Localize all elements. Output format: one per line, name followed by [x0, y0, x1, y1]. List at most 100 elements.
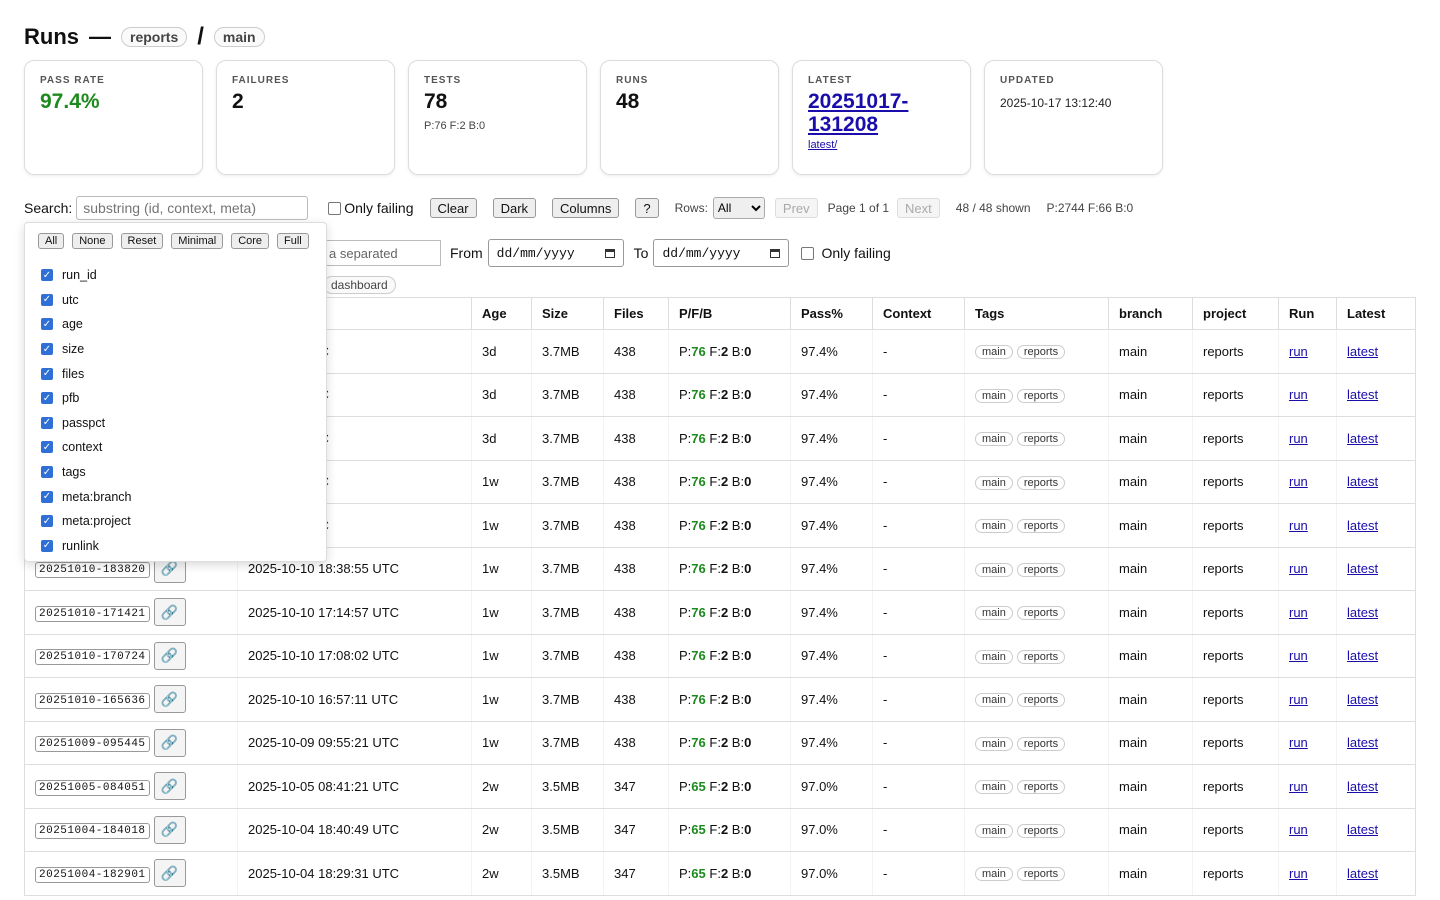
columns-preset-core-button[interactable]: Core: [231, 233, 270, 249]
tag-chip[interactable]: main: [975, 432, 1013, 447]
tag-chip[interactable]: reports: [1016, 519, 1066, 534]
tag-chip[interactable]: reports: [1016, 606, 1066, 621]
col-context[interactable]: Context: [872, 297, 965, 330]
run-link[interactable]: run: [1289, 779, 1308, 794]
tag-chip[interactable]: main: [975, 823, 1013, 838]
latest-link[interactable]: latest: [1347, 344, 1378, 359]
checkbox[interactable]: [328, 201, 342, 215]
latest-run-link[interactable]: 20251017-131208: [808, 90, 908, 136]
calendar-icon[interactable]: [604, 248, 615, 258]
run-id[interactable]: 20251004-184018: [35, 823, 150, 840]
columns-preset-full-button[interactable]: Full: [277, 233, 309, 249]
only-failing-toggle[interactable]: Only failing: [328, 200, 414, 216]
checkbox-checked-icon[interactable]: ✓: [41, 392, 53, 405]
checkbox-checked-icon[interactable]: ✓: [41, 539, 53, 552]
project-pill[interactable]: reports: [121, 27, 188, 47]
column-toggle-files[interactable]: ✓ files: [41, 361, 131, 386]
column-toggle-meta-branch[interactable]: ✓ meta:branch: [41, 484, 131, 509]
columns-preset-minimal-button[interactable]: Minimal: [171, 233, 224, 249]
run-id[interactable]: 20251004-182901: [35, 866, 150, 883]
branch-pill[interactable]: main: [213, 27, 265, 47]
latest-link[interactable]: latest: [1347, 474, 1378, 489]
tag-chip[interactable]: main: [975, 780, 1013, 795]
tag-chip[interactable]: main: [975, 345, 1013, 360]
run-link[interactable]: run: [1289, 605, 1308, 620]
prev-button[interactable]: Prev: [774, 198, 818, 218]
col-files[interactable]: Files: [603, 297, 669, 330]
copy-link-icon[interactable]: 🔗: [153, 641, 186, 670]
run-link[interactable]: run: [1289, 866, 1308, 881]
tag-chip[interactable]: reports: [1016, 475, 1066, 490]
search-input[interactable]: [76, 196, 309, 220]
run-id[interactable]: 20251010-183820: [35, 562, 150, 579]
checkbox-checked-icon[interactable]: ✓: [41, 515, 53, 528]
tag-chip-dashboard[interactable]: dashboard: [323, 276, 396, 294]
run-link[interactable]: run: [1289, 822, 1308, 837]
checkbox-checked-icon[interactable]: ✓: [41, 367, 53, 380]
clear-button[interactable]: Clear: [429, 198, 477, 218]
run-id[interactable]: 20251009-095445: [35, 736, 150, 753]
tag-chip[interactable]: reports: [1016, 562, 1066, 577]
checkbox[interactable]: [801, 246, 815, 260]
tag-chip[interactable]: main: [975, 693, 1013, 708]
col-age[interactable]: Age: [471, 297, 532, 330]
checkbox-checked-icon[interactable]: ✓: [41, 318, 53, 331]
tag-chip[interactable]: reports: [1016, 736, 1066, 751]
tag-chip[interactable]: main: [975, 736, 1013, 751]
tag-chip[interactable]: reports: [1016, 649, 1066, 664]
column-toggle-size[interactable]: ✓ size: [41, 337, 131, 362]
latest-link[interactable]: latest: [1347, 735, 1378, 750]
run-id[interactable]: 20251005-084051: [35, 779, 150, 796]
run-link[interactable]: run: [1289, 735, 1308, 750]
to-date-input[interactable]: dd/mm/yyyy: [653, 239, 790, 267]
col-run[interactable]: Run: [1278, 297, 1337, 330]
columns-preset-all-button[interactable]: All: [38, 233, 65, 249]
tag-chip[interactable]: main: [975, 519, 1013, 534]
column-toggle-meta-project[interactable]: ✓ meta:project: [41, 509, 131, 534]
copy-link-icon[interactable]: 🔗: [153, 685, 186, 714]
run-link[interactable]: run: [1289, 561, 1308, 576]
copy-link-icon[interactable]: 🔗: [153, 598, 186, 627]
run-link[interactable]: run: [1289, 474, 1308, 489]
col-tags[interactable]: Tags: [964, 297, 1109, 330]
help-button[interactable]: ?: [635, 198, 659, 218]
columns-preset-reset-button[interactable]: Reset: [120, 233, 164, 249]
checkbox-checked-icon[interactable]: ✓: [41, 441, 53, 454]
latest-link[interactable]: latest: [1347, 518, 1378, 533]
run-link[interactable]: run: [1289, 648, 1308, 663]
dark-button[interactable]: Dark: [492, 198, 537, 218]
run-link[interactable]: run: [1289, 344, 1308, 359]
tag-chip[interactable]: main: [975, 867, 1013, 882]
latest-link[interactable]: latest: [1347, 605, 1378, 620]
run-link[interactable]: run: [1289, 387, 1308, 402]
tag-chip[interactable]: reports: [1016, 432, 1066, 447]
column-toggle-runlink[interactable]: ✓ runlink: [41, 534, 131, 559]
copy-link-icon[interactable]: 🔗: [153, 859, 186, 888]
from-date-input[interactable]: dd/mm/yyyy: [487, 239, 624, 267]
tag-chip[interactable]: reports: [1016, 780, 1066, 795]
tag-chip[interactable]: main: [975, 562, 1013, 577]
copy-link-icon[interactable]: 🔗: [153, 772, 186, 801]
run-link[interactable]: run: [1289, 431, 1308, 446]
checkbox-checked-icon[interactable]: ✓: [41, 466, 53, 479]
run-id[interactable]: 20251010-170724: [35, 649, 150, 666]
checkbox-checked-icon[interactable]: ✓: [41, 293, 53, 306]
latest-link[interactable]: latest: [1347, 692, 1378, 707]
column-toggle-context[interactable]: ✓ context: [41, 435, 131, 460]
columns-button[interactable]: Columns: [552, 198, 620, 218]
copy-link-icon[interactable]: 🔗: [153, 728, 186, 757]
run-id[interactable]: 20251010-165636: [35, 692, 150, 709]
tag-chip[interactable]: reports: [1016, 388, 1066, 403]
col-latest[interactable]: Latest: [1336, 297, 1416, 330]
column-toggle-run_id[interactable]: ✓ run_id: [41, 263, 131, 288]
col-branch[interactable]: branch: [1108, 297, 1193, 330]
tag-chip[interactable]: reports: [1016, 823, 1066, 838]
run-link[interactable]: run: [1289, 692, 1308, 707]
checkbox-checked-icon[interactable]: ✓: [41, 269, 53, 282]
tags-filter-input[interactable]: a separated: [323, 240, 441, 266]
latest-link[interactable]: latest: [1347, 561, 1378, 576]
column-toggle-pfb[interactable]: ✓ pfb: [41, 386, 131, 411]
tag-chip[interactable]: reports: [1016, 867, 1066, 882]
rows-select[interactable]: All: [712, 197, 765, 219]
copy-link-icon[interactable]: 🔗: [153, 815, 186, 844]
